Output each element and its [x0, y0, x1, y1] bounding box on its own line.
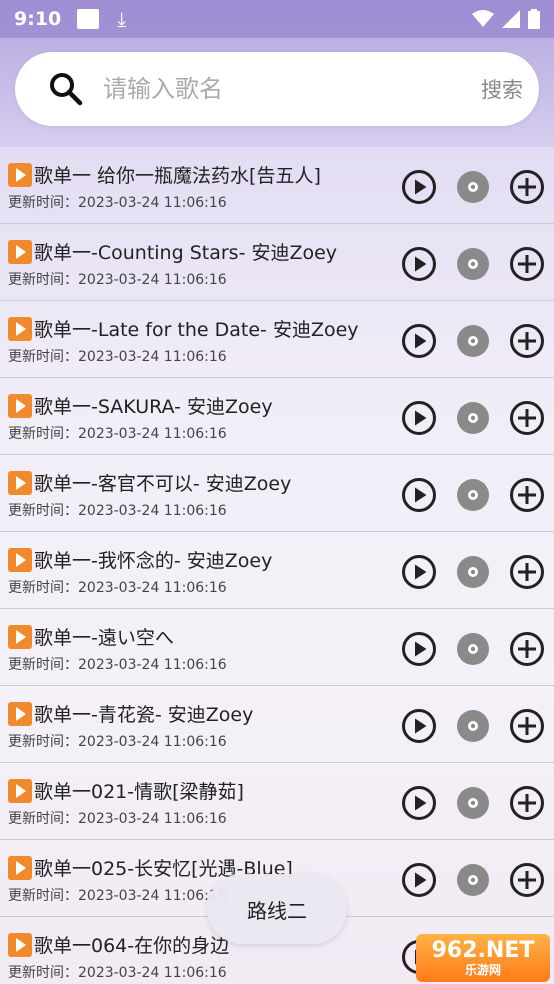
play-icon[interactable]	[401, 631, 437, 667]
add-icon[interactable]	[509, 400, 545, 436]
playlist-list: 歌单一 给你一瓶魔法药水[告五人] 更新时间：2023-03-24 11:06:…	[0, 147, 554, 984]
list-item-title-text: 歌单一064-在你的身边	[34, 935, 230, 957]
watermark-logo: 962.NET 乐游网	[416, 934, 550, 982]
add-icon[interactable]	[509, 708, 545, 744]
list-item-title: 歌单一-Late for the Date- 安迪Zoey	[8, 315, 359, 342]
play-badge-icon	[8, 778, 32, 803]
disc-icon[interactable]	[455, 246, 491, 282]
play-badge-icon	[8, 855, 32, 880]
notification-icon	[77, 9, 100, 29]
disc-icon[interactable]	[455, 862, 491, 898]
list-item-time: 更新时间：2023-03-24 11:06:16	[8, 657, 227, 673]
list-item-time: 更新时间：2023-03-24 11:06:16	[8, 734, 227, 750]
add-icon[interactable]	[509, 554, 545, 590]
list-item-time: 更新时间：2023-03-24 11:06:16	[8, 965, 227, 981]
search-bar: 搜索	[15, 52, 539, 126]
list-item-title-text: 歌单一-Late for the Date- 安迪Zoey	[34, 319, 359, 341]
list-item-title: 歌单一 给你一瓶魔法药水[告五人]	[8, 161, 321, 188]
list-item-title-text: 歌单一-我怀念的- 安迪Zoey	[34, 550, 273, 572]
list-item-title: 歌单一-客官不可以- 安迪Zoey	[8, 469, 291, 496]
play-badge-icon	[8, 470, 32, 495]
add-icon[interactable]	[509, 785, 545, 821]
list-item-time: 更新时间：2023-03-24 11:06:16	[8, 580, 227, 596]
download-icon: ⤓	[117, 7, 127, 31]
play-badge-icon	[8, 701, 32, 726]
list-item[interactable]: 歌单一-Counting Stars- 安迪Zoey 更新时间：2023-03-…	[0, 224, 554, 301]
play-icon[interactable]	[401, 246, 437, 282]
add-icon[interactable]	[509, 631, 545, 667]
list-item-time: 更新时间：2023-03-24 11:06:16	[8, 272, 227, 288]
add-icon[interactable]	[509, 477, 545, 513]
list-item-title: 歌单一064-在你的身边	[8, 931, 229, 958]
search-button[interactable]: 搜索	[481, 74, 523, 104]
list-item-title-text: 歌单一 给你一瓶魔法药水[告五人]	[34, 165, 321, 187]
list-item[interactable]: 歌单一-遠い空へ 更新时间：2023-03-24 11:06:16	[0, 609, 554, 686]
battery-icon	[528, 9, 540, 29]
add-icon[interactable]	[509, 862, 545, 898]
status-bar: 9:10 ⤓	[0, 0, 554, 38]
play-icon[interactable]	[401, 323, 437, 359]
wifi-icon	[472, 10, 494, 27]
list-item[interactable]: 歌单一-客官不可以- 安迪Zoey 更新时间：2023-03-24 11:06:…	[0, 455, 554, 532]
status-time: 9:10	[14, 8, 62, 30]
play-icon[interactable]	[401, 400, 437, 436]
list-item-time: 更新时间：2023-03-24 11:06:16	[8, 349, 227, 365]
search-icon[interactable]	[49, 72, 83, 106]
play-icon[interactable]	[401, 785, 437, 821]
disc-icon[interactable]	[455, 477, 491, 513]
list-item-title-text: 歌单一-客官不可以- 安迪Zoey	[34, 473, 292, 495]
disc-icon[interactable]	[455, 631, 491, 667]
toast-message: 路线二	[207, 874, 347, 944]
watermark-subtitle: 乐游网	[464, 963, 501, 977]
list-item-title-text: 歌单一-青花瓷- 安迪Zoey	[34, 704, 254, 726]
disc-icon[interactable]	[455, 785, 491, 821]
list-item[interactable]: 歌单一 给你一瓶魔法药水[告五人] 更新时间：2023-03-24 11:06:…	[0, 147, 554, 224]
play-badge-icon	[8, 932, 32, 957]
list-item-title: 歌单一-SAKURA- 安迪Zoey	[8, 392, 273, 419]
disc-icon[interactable]	[455, 554, 491, 590]
list-item[interactable]: 歌单一-SAKURA- 安迪Zoey 更新时间：2023-03-24 11:06…	[0, 378, 554, 455]
play-icon[interactable]	[401, 554, 437, 590]
list-item-time: 更新时间：2023-03-24 11:06:16	[8, 811, 227, 827]
play-icon[interactable]	[401, 708, 437, 744]
list-item-title: 歌单一021-情歌[梁静茹]	[8, 777, 244, 804]
list-item-time: 更新时间：2023-03-24 11:06:16	[8, 426, 227, 442]
search-input[interactable]	[103, 75, 433, 103]
list-item[interactable]: 歌单一-Late for the Date- 安迪Zoey 更新时间：2023-…	[0, 301, 554, 378]
list-item-title: 歌单一-Counting Stars- 安迪Zoey	[8, 238, 337, 265]
disc-icon[interactable]	[455, 323, 491, 359]
list-item-title: 歌单一-遠い空へ	[8, 623, 174, 650]
list-item-title-text: 歌单一-遠い空へ	[34, 627, 174, 649]
disc-icon[interactable]	[455, 708, 491, 744]
signal-icon	[502, 10, 520, 28]
list-item-time: 更新时间：2023-03-24 11:06:16	[8, 888, 227, 904]
disc-icon[interactable]	[455, 400, 491, 436]
list-item-title-text: 歌单一021-情歌[梁静茹]	[34, 781, 244, 803]
play-badge-icon	[8, 162, 32, 187]
list-item-title-text: 歌单一-Counting Stars- 安迪Zoey	[34, 242, 338, 264]
list-item[interactable]: 歌单一021-情歌[梁静茹] 更新时间：2023-03-24 11:06:16	[0, 763, 554, 840]
list-item-title: 歌单一-青花瓷- 安迪Zoey	[8, 700, 253, 727]
list-item[interactable]: 歌单一-青花瓷- 安迪Zoey 更新时间：2023-03-24 11:06:16	[0, 686, 554, 763]
play-badge-icon	[8, 547, 32, 572]
play-icon[interactable]	[401, 477, 437, 513]
list-item-title: 歌单一-我怀念的- 安迪Zoey	[8, 546, 272, 573]
play-icon[interactable]	[401, 169, 437, 205]
list-item-title-text: 歌单一-SAKURA- 安迪Zoey	[34, 396, 273, 418]
add-icon[interactable]	[509, 169, 545, 205]
add-icon[interactable]	[509, 323, 545, 359]
watermark-title: 962.NET	[431, 938, 535, 963]
add-icon[interactable]	[509, 246, 545, 282]
disc-icon[interactable]	[455, 169, 491, 205]
play-badge-icon	[8, 393, 32, 418]
play-badge-icon	[8, 624, 32, 649]
play-icon[interactable]	[401, 862, 437, 898]
play-badge-icon	[8, 316, 32, 341]
list-item-time: 更新时间：2023-03-24 11:06:16	[8, 195, 227, 211]
play-badge-icon	[8, 239, 32, 264]
list-item-time: 更新时间：2023-03-24 11:06:16	[8, 503, 227, 519]
list-item[interactable]: 歌单一-我怀念的- 安迪Zoey 更新时间：2023-03-24 11:06:1…	[0, 532, 554, 609]
